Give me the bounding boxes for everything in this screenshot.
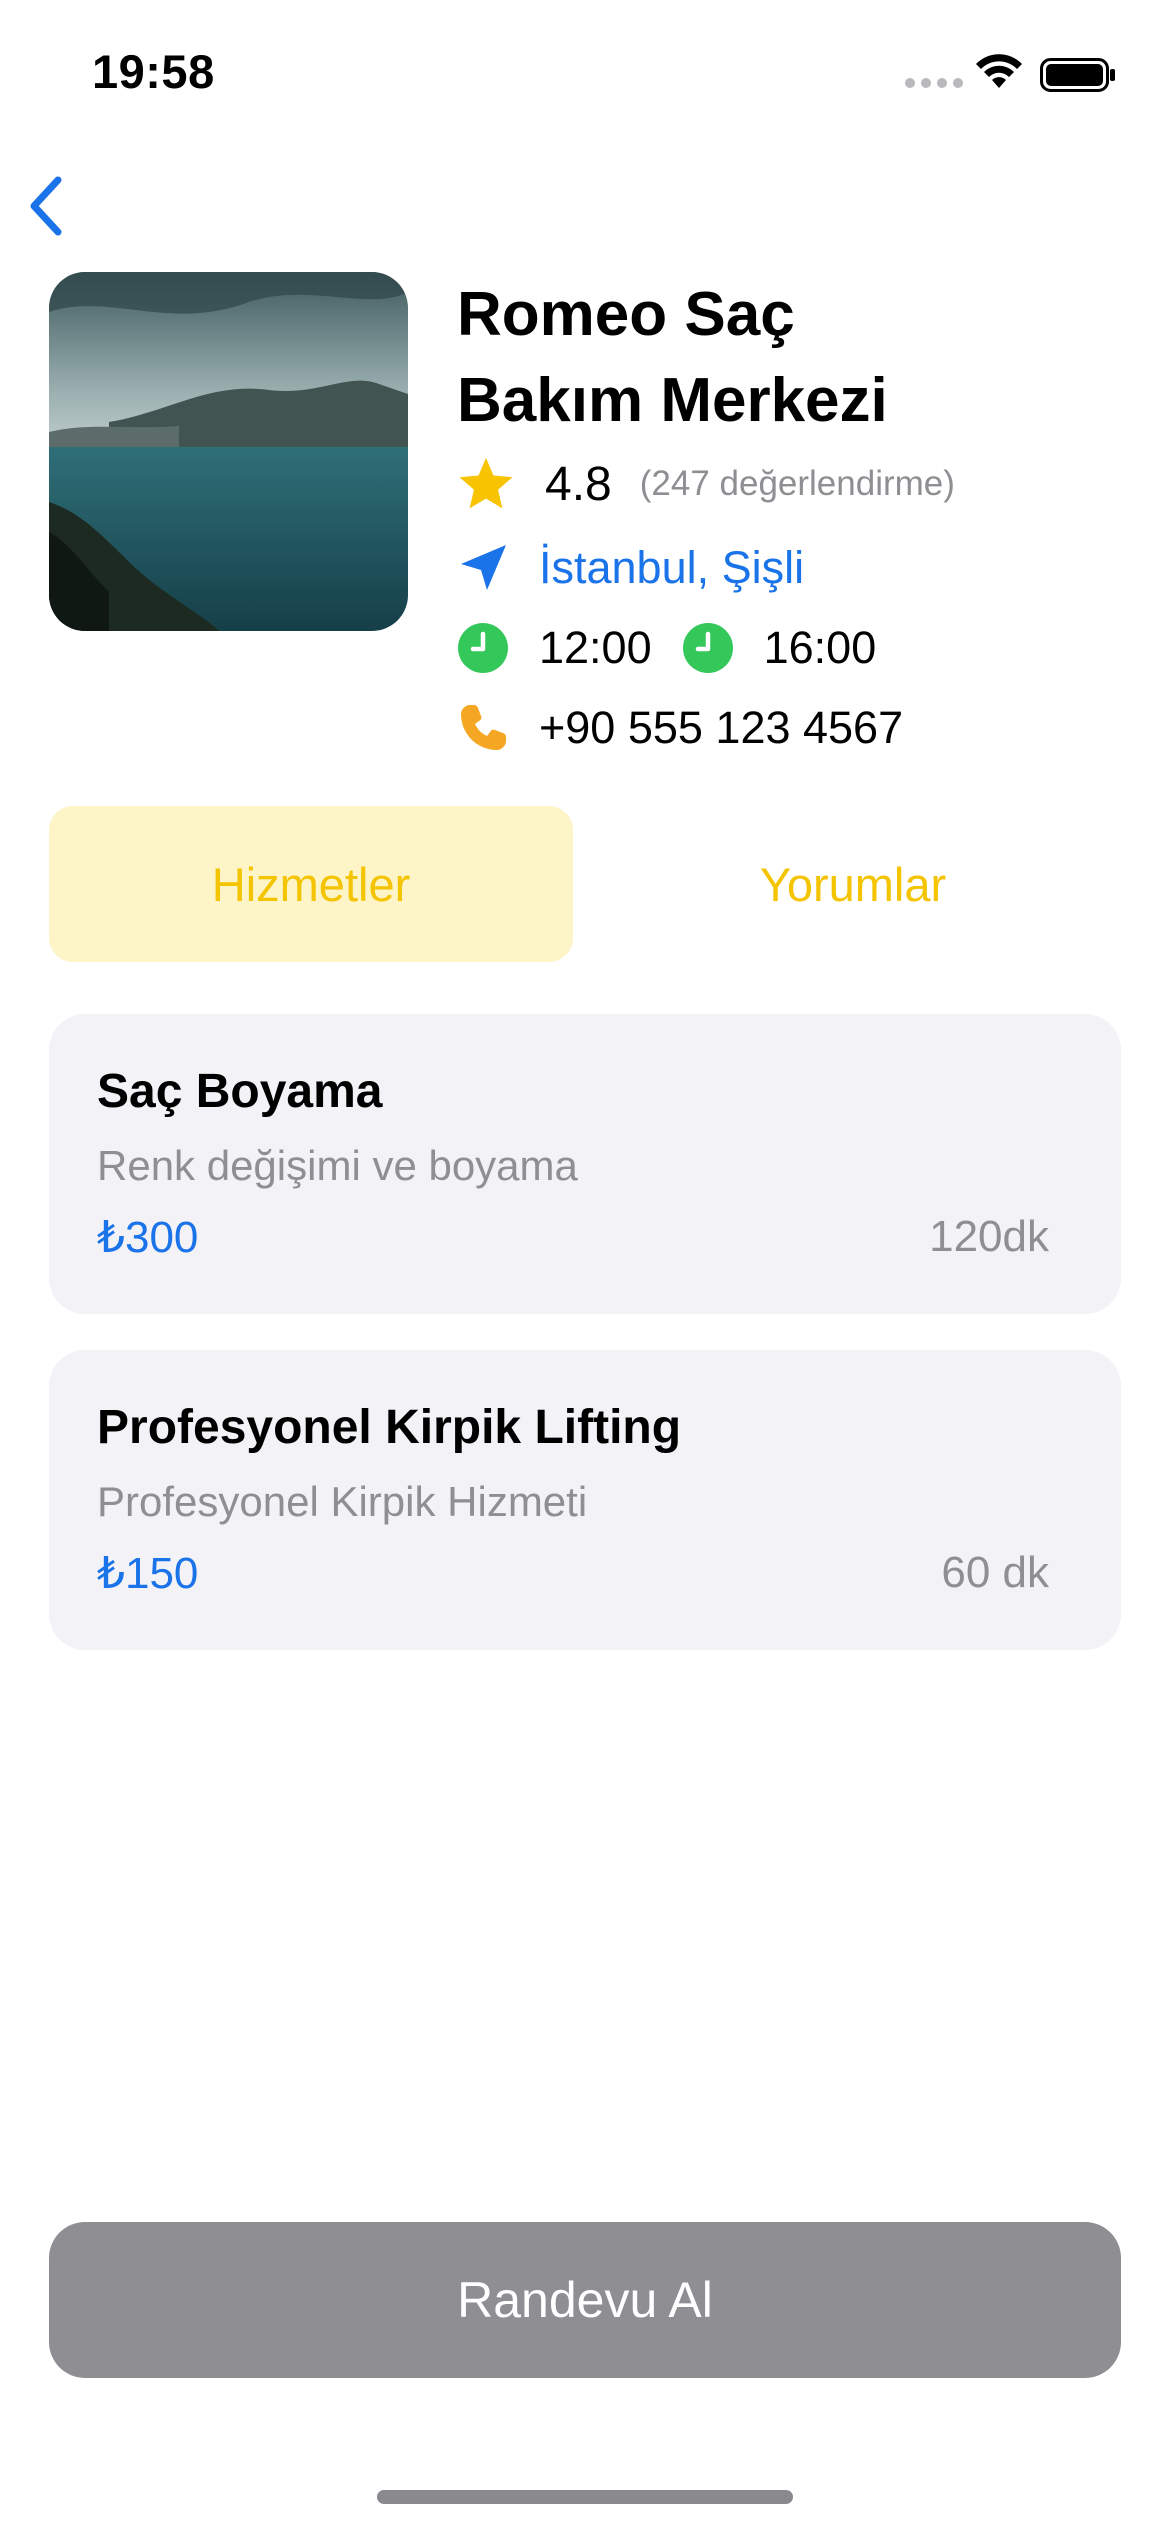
service-card[interactable]: Profesyonel Kirpik Lifting Profesyonel K… — [49, 1350, 1121, 1650]
close-time: 16:00 — [763, 622, 877, 673]
service-price: ₺300 — [97, 1213, 199, 1262]
home-indicator — [377, 2490, 793, 2504]
rating-count: (247 değerlendirme) — [639, 464, 955, 503]
open-time: 12:00 — [539, 622, 652, 673]
cellular-signal-icon — [905, 78, 963, 88]
rating-value: 4.8 — [545, 457, 612, 511]
battery-icon — [1040, 58, 1115, 92]
status-bar: 19:58 — [0, 0, 1170, 140]
phone-number: +90 555 123 4567 — [539, 702, 904, 753]
phone-icon — [461, 705, 506, 750]
location-text: İstanbul, Şişli — [539, 542, 805, 593]
rating-row: 4.8 (247 değerlendirme) — [457, 456, 955, 512]
wifi-icon — [976, 54, 1022, 88]
star-icon — [459, 458, 513, 509]
service-description: Profesyonel Kirpik Hizmeti — [97, 1478, 588, 1525]
location-arrow-icon — [461, 545, 506, 590]
business-detail-screen: 19:58 Romeo Saç Bakım Merkezi 4.8 (247 d… — [0, 0, 1170, 2532]
clock-icon — [458, 623, 508, 673]
book-appointment-button[interactable]: Randevu Al — [49, 2222, 1121, 2378]
service-description: Renk değişimi ve boyama — [97, 1142, 578, 1189]
tab-reviews[interactable]: Yorumlar — [585, 806, 1121, 962]
service-duration: 60 dk — [941, 1548, 1049, 1597]
business-name-line-1: Romeo Saç — [457, 280, 795, 349]
service-duration: 120dk — [929, 1212, 1049, 1261]
business-name-line-2: Bakım Merkezi — [457, 366, 888, 435]
location-row[interactable]: İstanbul, Şişli — [457, 542, 804, 594]
service-card[interactable]: Saç Boyama Renk değişimi ve boyama ₺300 … — [49, 1014, 1121, 1314]
service-title: Profesyonel Kirpik Lifting — [97, 1401, 682, 1454]
business-name: Romeo Saç Bakım Merkezi — [457, 272, 1117, 444]
clock-icon — [682, 623, 733, 673]
service-price: ₺150 — [97, 1549, 199, 1598]
chevron-left-icon — [30, 176, 62, 236]
back-button[interactable] — [20, 172, 76, 240]
business-cover-image — [49, 272, 408, 631]
phone-row[interactable]: +90 555 123 4567 — [457, 702, 903, 754]
status-time: 19:58 — [92, 45, 215, 98]
service-title: Saç Boyama — [97, 1065, 383, 1118]
tab-services[interactable]: Hizmetler — [49, 806, 573, 962]
hours-row: 12:00 16:00 — [457, 622, 906, 674]
